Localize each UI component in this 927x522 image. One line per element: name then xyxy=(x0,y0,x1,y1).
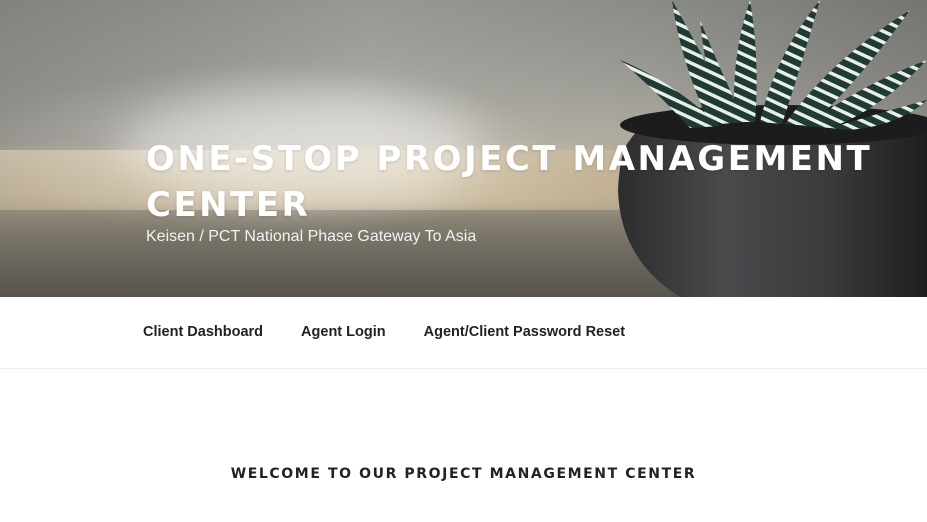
nav-item-client-dashboard: Client Dashboard xyxy=(143,323,263,341)
main-navigation: Client Dashboard Agent Login Agent/Clien… xyxy=(0,297,927,369)
header-hero: ONE-STOP PROJECT MANAGEMENT CENTER Keise… xyxy=(0,0,927,297)
page-title: WELCOME TO OUR PROJECT MANAGEMENT CENTER xyxy=(230,466,697,482)
site-title[interactable]: ONE-STOP PROJECT MANAGEMENT CENTER xyxy=(146,136,906,228)
client-dashboard-link[interactable]: Client Dashboard xyxy=(143,324,263,340)
nav-menu: Client Dashboard Agent Login Agent/Clien… xyxy=(143,323,663,341)
main-content: WELCOME TO OUR PROJECT MANAGEMENT CENTER xyxy=(0,369,927,522)
agent-login-link[interactable]: Agent Login xyxy=(301,324,386,340)
nav-item-password-reset: Agent/Client Password Reset xyxy=(424,323,625,341)
password-reset-link[interactable]: Agent/Client Password Reset xyxy=(424,324,625,340)
nav-item-agent-login: Agent Login xyxy=(301,323,386,341)
site-description: Keisen / PCT National Phase Gateway To A… xyxy=(146,228,477,245)
